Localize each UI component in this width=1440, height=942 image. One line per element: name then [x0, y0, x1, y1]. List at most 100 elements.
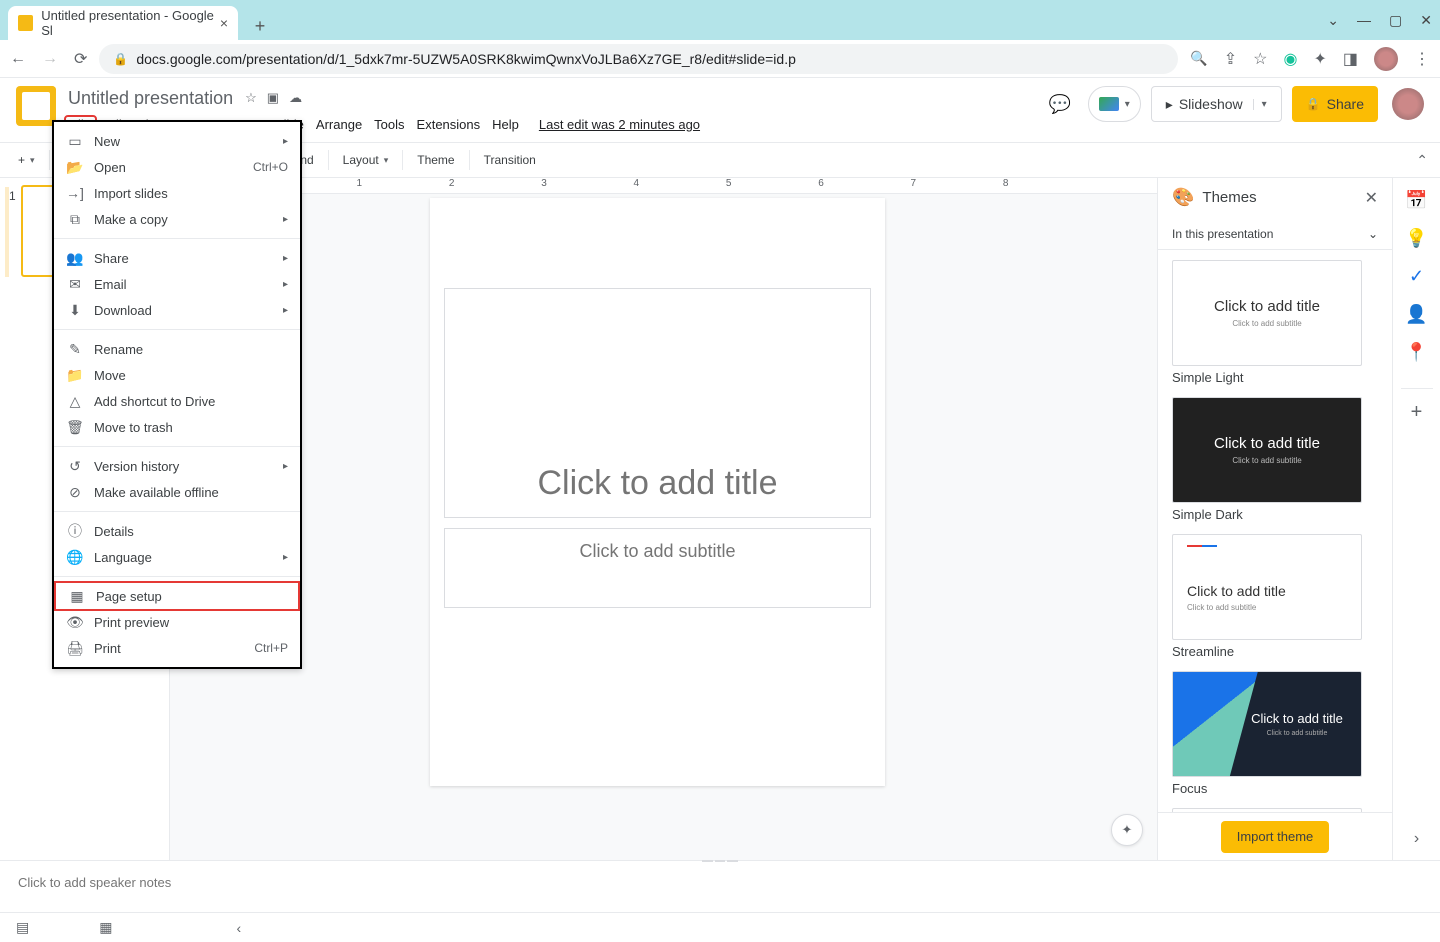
theme-simple-dark[interactable]: Click to add title Click to add subtitle — [1172, 397, 1362, 503]
menu-item-page-setup[interactable]: ▦ Page setup — [54, 581, 300, 611]
collapse-toolbar-icon[interactable]: ⌃ — [1416, 152, 1428, 169]
browser-tab-strip: Untitled presentation - Google Sl × + ⌄ … — [0, 0, 1440, 40]
side-addon-panel: 📅 💡 ✓ 👤 📍 + › — [1392, 178, 1440, 860]
menu-tools[interactable]: Tools — [368, 115, 410, 134]
filmstrip-view-icon[interactable]: ▤ — [16, 919, 29, 936]
tab-close-icon[interactable]: × — [220, 15, 228, 31]
profile-avatar-icon[interactable] — [1374, 47, 1398, 71]
back-icon[interactable]: ← — [10, 50, 26, 68]
menu-item-print-preview[interactable]: 👁 Print preview — [54, 609, 300, 635]
menu-arrange[interactable]: Arrange — [310, 115, 368, 134]
new-tab-button[interactable]: + — [246, 12, 274, 40]
collapse-sidepanel-icon[interactable]: › — [1414, 830, 1419, 848]
menu-item-new[interactable]: ▭ New ▸ — [54, 128, 300, 154]
palette-icon: 🎨 — [1172, 187, 1194, 208]
theme-partial[interactable] — [1172, 808, 1362, 812]
menu-item-add-shortcut[interactable]: △ Add shortcut to Drive — [54, 388, 300, 414]
reload-icon[interactable]: ⟳ — [74, 49, 87, 69]
themes-list[interactable]: Click to add title Click to add subtitle… — [1158, 250, 1392, 812]
grid-view-icon[interactable]: ▦ — [99, 919, 112, 936]
menu-item-rename[interactable]: ✎ Rename — [54, 336, 300, 362]
account-avatar-icon[interactable] — [1392, 88, 1424, 120]
doc-title[interactable]: Untitled presentation — [64, 88, 237, 109]
extensions-icon[interactable]: ✦ — [1313, 49, 1326, 69]
menu-item-trash[interactable]: 🗑 Move to trash — [54, 414, 300, 440]
zoom-icon[interactable]: 🔍 — [1190, 50, 1207, 67]
add-addon-button[interactable]: + — [1401, 388, 1433, 424]
share-icon: 👥 — [66, 250, 84, 267]
comments-icon[interactable]: 💬 — [1042, 86, 1078, 122]
keep-icon[interactable]: 💡 — [1407, 228, 1427, 248]
import-theme-button[interactable]: Import theme — [1221, 821, 1330, 853]
slide-subtitle-box[interactable]: Click to add subtitle — [444, 528, 871, 608]
slide-canvas[interactable]: Click to add title Click to add subtitle — [430, 198, 885, 786]
menu-item-share[interactable]: 👥 Share ▸ — [54, 245, 300, 271]
slideshow-button[interactable]: ▸ Slideshow ▾ — [1151, 86, 1282, 122]
menu-item-open[interactable]: 📂 Open Ctrl+O — [54, 154, 300, 180]
bookmark-icon[interactable]: ☆ — [1253, 49, 1267, 69]
sidepanel-icon[interactable]: ◨ — [1343, 49, 1358, 69]
cloud-status-icon[interactable]: ☁ — [289, 90, 302, 106]
slides-favicon — [18, 15, 33, 31]
slide-subtitle-placeholder: Click to add subtitle — [579, 541, 735, 562]
menu-extensions[interactable]: Extensions — [411, 115, 487, 134]
contacts-icon[interactable]: 👤 — [1407, 304, 1427, 324]
close-themes-icon[interactable]: ✕ — [1365, 188, 1378, 208]
new-slide-button[interactable]: +▾ — [12, 147, 41, 173]
share-url-icon[interactable]: ⇪ — [1224, 49, 1237, 69]
transition-button[interactable]: Transition — [478, 147, 542, 173]
forward-icon[interactable]: → — [42, 50, 58, 68]
menu-item-move[interactable]: 📁 Move — [54, 362, 300, 388]
theme-focus[interactable]: Click to add title Click to add subtitle — [1172, 671, 1362, 777]
slides-logo-icon[interactable] — [16, 86, 56, 126]
horizontal-ruler: 1 2 3 4 5 6 7 8 — [170, 178, 1157, 194]
minimize-icon[interactable]: — — [1357, 12, 1371, 28]
theme-button[interactable]: Theme — [411, 147, 460, 173]
grammarly-icon[interactable]: ◉ — [1284, 49, 1298, 69]
url-field[interactable]: 🔒 docs.google.com/presentation/d/1_5dxk7… — [99, 44, 1178, 74]
chevron-down-icon: ⌄ — [1368, 227, 1378, 241]
tasks-icon[interactable]: ✓ — [1407, 266, 1427, 286]
slideshow-dropdown-icon[interactable]: ▾ — [1253, 99, 1267, 110]
notes-resize-handle[interactable] — [702, 860, 738, 864]
collapse-filmstrip-icon[interactable]: ‹ — [236, 920, 241, 936]
share-button[interactable]: Share — [1292, 86, 1378, 122]
chevron-down-icon[interactable]: ⌄ — [1327, 12, 1339, 29]
layout-button[interactable]: Layout▾ — [337, 147, 395, 173]
menu-item-copy[interactable]: ⧉ Make a copy ▸ — [54, 206, 300, 232]
move-icon[interactable]: ▣ — [267, 90, 279, 106]
maps-icon[interactable]: 📍 — [1407, 342, 1427, 362]
drive-shortcut-icon: △ — [66, 393, 84, 410]
last-edit-link[interactable]: Last edit was 2 minutes ago — [533, 115, 706, 134]
menu-help[interactable]: Help — [486, 115, 525, 134]
theme-streamline[interactable]: Click to add title Click to add subtitle — [1172, 534, 1362, 640]
menu-item-version-history[interactable]: ↺ Version history ▸ — [54, 453, 300, 479]
calendar-icon[interactable]: 📅 — [1407, 190, 1427, 210]
themes-section-toggle[interactable]: In this presentation ⌄ — [1158, 218, 1392, 250]
meet-button[interactable]: ▾ — [1088, 86, 1141, 122]
submenu-arrow-icon: ▸ — [283, 461, 288, 472]
theme-name: Simple Light — [1172, 370, 1378, 385]
maximize-icon[interactable]: ▢ — [1389, 12, 1402, 29]
menu-item-language[interactable]: 🌐 Language ▸ — [54, 544, 300, 570]
menu-item-email[interactable]: ✉ Email ▸ — [54, 271, 300, 297]
submenu-arrow-icon: ▸ — [283, 279, 288, 290]
menu-item-print[interactable]: 🖨 Print Ctrl+P — [54, 635, 300, 661]
menu-item-offline[interactable]: ⊘ Make available offline — [54, 479, 300, 505]
themes-title: Themes — [1202, 189, 1256, 206]
offline-icon: ⊘ — [66, 484, 84, 501]
browser-tab[interactable]: Untitled presentation - Google Sl × — [8, 6, 238, 40]
thumbnail-number: 1 — [9, 189, 16, 203]
file-menu-dropdown: ▭ New ▸ 📂 Open Ctrl+O →] Import slides ⧉… — [52, 120, 302, 669]
speaker-notes[interactable]: Click to add speaker notes — [0, 860, 1440, 912]
slide-title-box[interactable]: Click to add title — [444, 288, 871, 518]
menu-item-download[interactable]: ⬇ Download ▸ — [54, 297, 300, 323]
menu-item-details[interactable]: ⓘ Details — [54, 518, 300, 544]
theme-simple-light[interactable]: Click to add title Click to add subtitle — [1172, 260, 1362, 366]
chrome-menu-icon[interactable]: ⋮ — [1414, 49, 1430, 69]
star-icon[interactable]: ☆ — [245, 90, 257, 106]
menu-item-import[interactable]: →] Import slides — [54, 180, 300, 206]
menu-separator — [54, 576, 300, 577]
explore-button[interactable]: ✦ — [1111, 814, 1143, 846]
close-window-icon[interactable]: ✕ — [1420, 12, 1432, 29]
